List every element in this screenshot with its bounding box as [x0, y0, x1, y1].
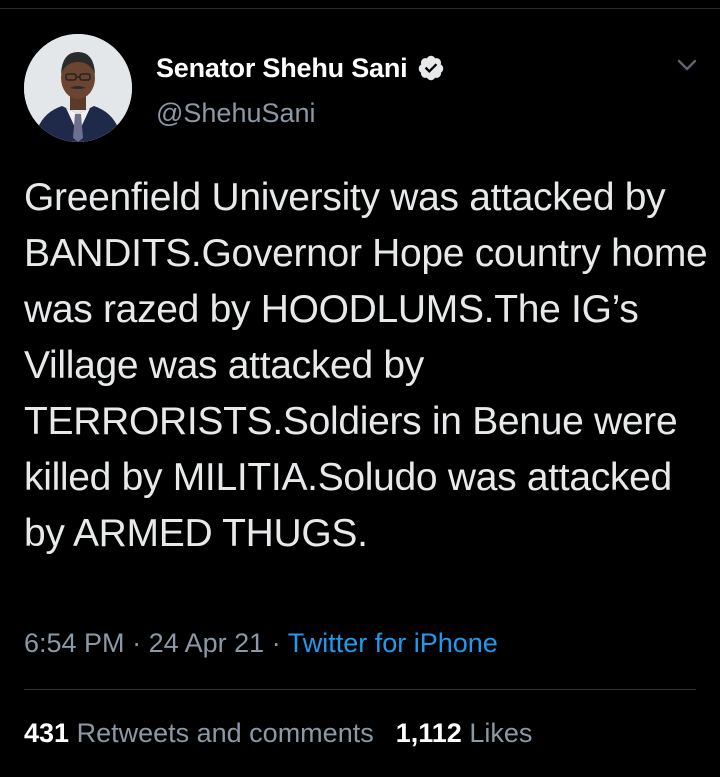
tweet-stats: 431 Retweets and comments 1,112 Likes [24, 718, 532, 749]
retweets-count: 431 [24, 718, 70, 748]
tweet-card: Senator Shehu Sani @ShehuSani Greenfield… [0, 0, 720, 777]
author-name-row: Senator Shehu Sani [156, 50, 445, 86]
likes-stat[interactable]: 1,112 Likes [396, 718, 533, 748]
likes-label: Likes [469, 718, 533, 748]
author-display-name[interactable]: Senator Shehu Sani [156, 53, 408, 84]
tweet-source-link[interactable]: Twitter for iPhone [288, 628, 498, 658]
author-handle[interactable]: @ShehuSani [156, 98, 316, 129]
tweet-date[interactable]: 24 Apr 21 [149, 628, 265, 658]
retweets-label: Retweets and comments [76, 718, 374, 748]
meta-separator: · [271, 628, 281, 658]
tweet-meta: 6:54 PM · 24 Apr 21 · Twitter for iPhone [24, 628, 498, 659]
chevron-down-icon[interactable] [672, 50, 702, 80]
meta-separator: · [132, 628, 142, 658]
tweet-time[interactable]: 6:54 PM [24, 628, 125, 658]
likes-count: 1,112 [395, 718, 462, 748]
tweet-text: Greenfield University was attacked by BA… [24, 176, 708, 555]
retweets-stat[interactable]: 431 Retweets and comments [24, 718, 374, 748]
verified-badge-icon [417, 54, 445, 82]
stats-divider [24, 689, 696, 690]
avatar[interactable] [24, 34, 132, 142]
profile-photo [24, 34, 132, 142]
